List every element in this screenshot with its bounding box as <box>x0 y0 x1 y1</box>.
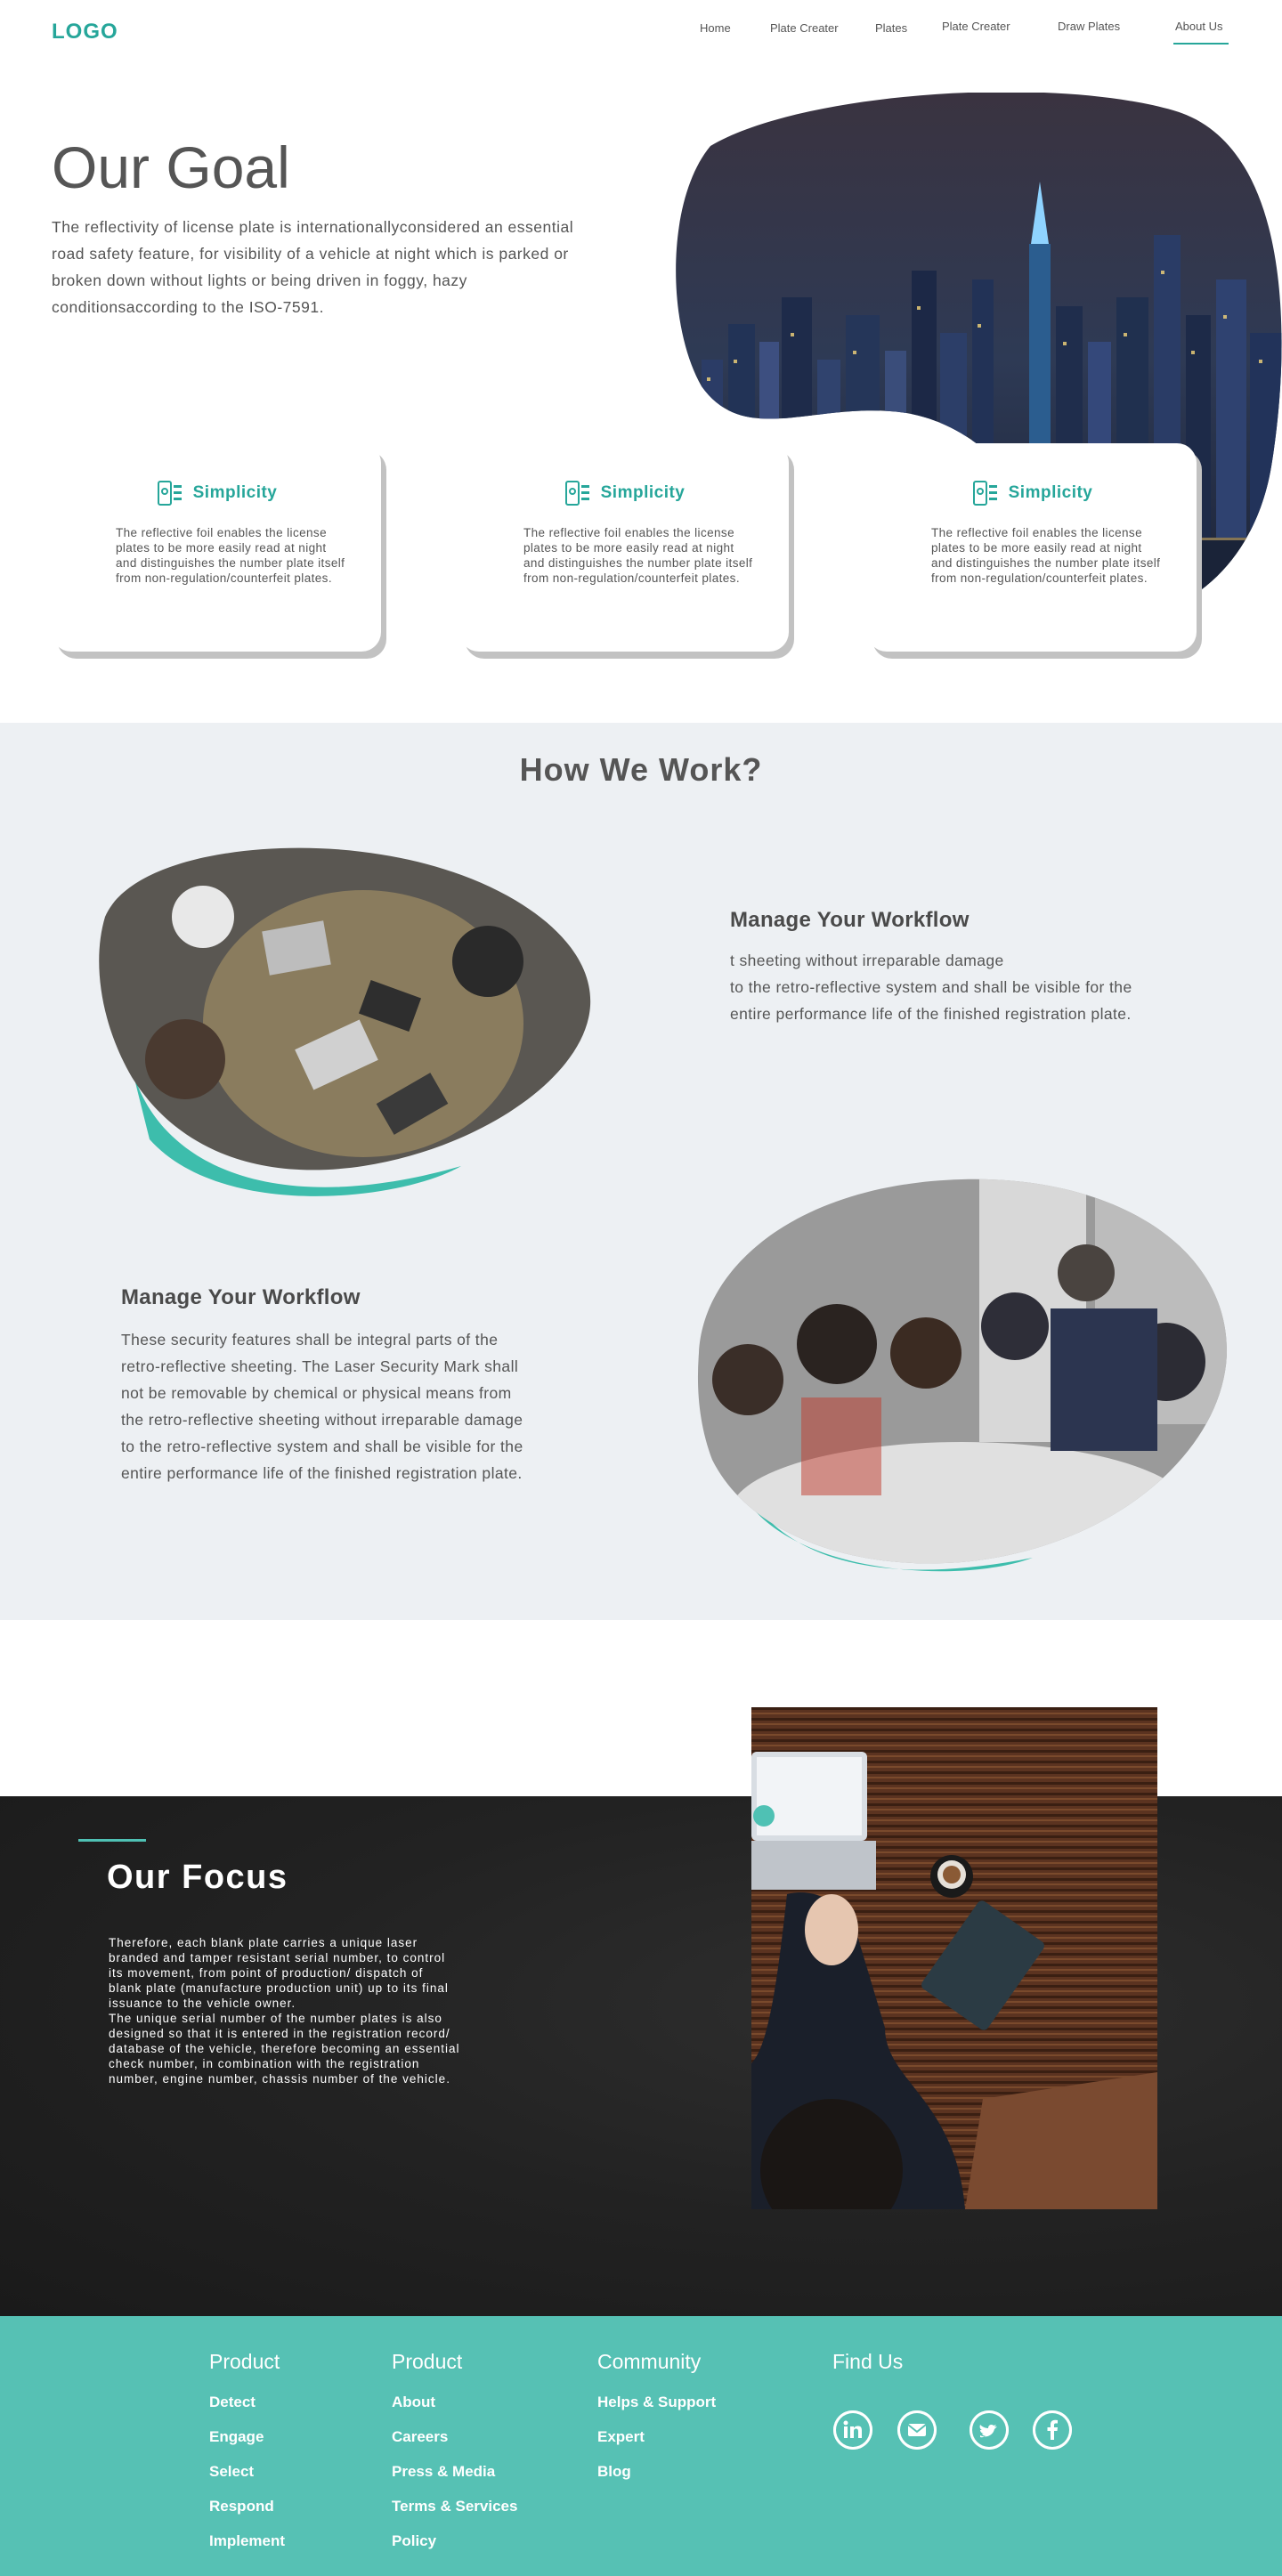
card-title: Simplicity <box>600 483 686 502</box>
focus-line: check number, in combination with the re… <box>109 2057 420 2070</box>
focus-text: Therefore, each blank plate carries a un… <box>109 1935 518 2086</box>
footer-link[interactable]: Careers <box>392 2428 517 2446</box>
focus-line: number, engine number, chassis number of… <box>109 2072 450 2086</box>
focus-line: branded and tamper resistant serial numb… <box>109 1951 446 1964</box>
workflow-text: entire performance life of the finished … <box>121 1464 523 1482</box>
settings-phone-icon <box>157 481 182 506</box>
focus-line: database of the vehicle, therefore becom… <box>109 2042 460 2055</box>
card-title: Simplicity <box>1008 483 1093 502</box>
focus-line: designed so that it is entered in the re… <box>109 2027 450 2040</box>
our-focus-section: Our Focus Therefore, each blank plate ca… <box>0 1620 1282 2316</box>
team-meeting-image <box>99 847 591 1196</box>
feature-card: Simplicity The reflective foil enables t… <box>867 443 1197 652</box>
footer-link[interactable]: Press & Media <box>392 2463 517 2481</box>
hero-section: Our Goal The reflectivity of license pla… <box>0 0 1282 723</box>
card-text: The reflective foil enables the license … <box>931 526 1161 585</box>
workflow-text: the retro-reflective sheeting without ir… <box>121 1411 523 1429</box>
focus-line: its movement, from point of production/ … <box>109 1966 424 1980</box>
card-title: Simplicity <box>192 483 278 502</box>
feature-card: Simplicity The reflective foil enables t… <box>52 443 381 652</box>
card-text: The reflective foil enables the license … <box>523 526 753 585</box>
workflow-text: t sheeting without irreparable damage <box>730 952 1004 969</box>
linkedin-icon[interactable] <box>833 2410 872 2450</box>
footer-link[interactable]: Terms & Services <box>392 2498 517 2515</box>
footer-column: Product About Careers Press & Media Term… <box>392 2350 517 2567</box>
footer-column: Community Helps & Support Expert Blog <box>597 2350 716 2498</box>
office-meeting-image <box>697 1179 1228 1572</box>
footer-link[interactable]: About <box>392 2394 517 2411</box>
how-we-work-section: How We Work? Manage Your Workflow t shee… <box>0 723 1282 1620</box>
footer-link[interactable]: Expert <box>597 2428 716 2446</box>
workflow-text: retro-reflective sheeting. The Laser Sec… <box>121 1357 519 1375</box>
find-us: Find Us <box>832 2350 903 2394</box>
nav-plates[interactable]: Plates <box>875 21 907 35</box>
feature-card: Simplicity The reflective foil enables t… <box>459 443 789 652</box>
top-nav: LOGO Home Plate Creater Plates Plate Cre… <box>0 0 1282 64</box>
facebook-icon[interactable] <box>1033 2410 1072 2450</box>
focus-accent-line <box>78 1839 146 1842</box>
nav-draw-plates[interactable]: Draw Plates <box>1058 20 1120 33</box>
footer-link[interactable]: Implement <box>209 2532 285 2550</box>
footer-heading: Product <box>209 2350 280 2373</box>
nav-home[interactable]: Home <box>700 21 731 35</box>
focus-title: Our Focus <box>107 1859 288 1896</box>
footer-link[interactable]: Select <box>209 2463 285 2481</box>
settings-phone-icon <box>972 481 997 506</box>
desk-workspace-image <box>751 1707 1157 2209</box>
workflow-title: Manage Your Workflow <box>730 908 970 932</box>
footer-heading: Find Us <box>832 2350 904 2373</box>
hero-description: The reflectivity of license plate is int… <box>52 218 574 316</box>
focus-line: Therefore, each blank plate carries a un… <box>109 1936 418 1949</box>
nav-plate-creater[interactable]: Plate Creater <box>770 21 839 35</box>
workflow-text: to the retro-reflective system and shall… <box>121 1438 523 1455</box>
settings-phone-icon <box>564 481 589 506</box>
footer-link[interactable]: Respond <box>209 2498 285 2515</box>
twitter-icon[interactable] <box>970 2410 1009 2450</box>
mail-icon[interactable] <box>897 2410 937 2450</box>
footer-column: Product Detect Engage Select Respond Imp… <box>209 2350 285 2567</box>
workflow-text: entire performance life of the finished … <box>730 1005 1132 1023</box>
site-footer: Product Detect Engage Select Respond Imp… <box>0 2316 1282 2576</box>
section-title: How We Work? <box>519 751 763 788</box>
focus-line: issuance to the vehicle owner. <box>109 1997 296 2010</box>
card-text: The reflective foil enables the license … <box>116 526 345 585</box>
page-title: Our Goal <box>52 134 290 200</box>
workflow-title: Manage Your Workflow <box>121 1285 361 1309</box>
focus-line: The unique serial number of the number p… <box>109 2012 442 2025</box>
logo[interactable]: LOGO <box>52 20 118 45</box>
footer-link[interactable]: Helps & Support <box>597 2394 716 2411</box>
nav-about-us[interactable]: About Us <box>1175 20 1222 33</box>
footer-link[interactable]: Engage <box>209 2428 285 2446</box>
footer-link[interactable]: Policy <box>392 2532 517 2550</box>
workflow-text: to the retro-reflective system and shall… <box>730 978 1132 996</box>
nav-plate-creater-2[interactable]: Plate Creater <box>942 20 1010 33</box>
footer-link[interactable]: Detect <box>209 2394 285 2411</box>
workflow-text: not be removable by chemical or physical… <box>121 1384 512 1402</box>
workflow-text: These security features shall be integra… <box>121 1331 499 1349</box>
footer-link[interactable]: Blog <box>597 2463 716 2481</box>
focus-line: blank plate (manufacture production unit… <box>109 1981 449 1995</box>
nav-active-indicator <box>1173 43 1229 45</box>
footer-heading: Product <box>392 2350 463 2373</box>
footer-heading: Community <box>597 2350 702 2373</box>
